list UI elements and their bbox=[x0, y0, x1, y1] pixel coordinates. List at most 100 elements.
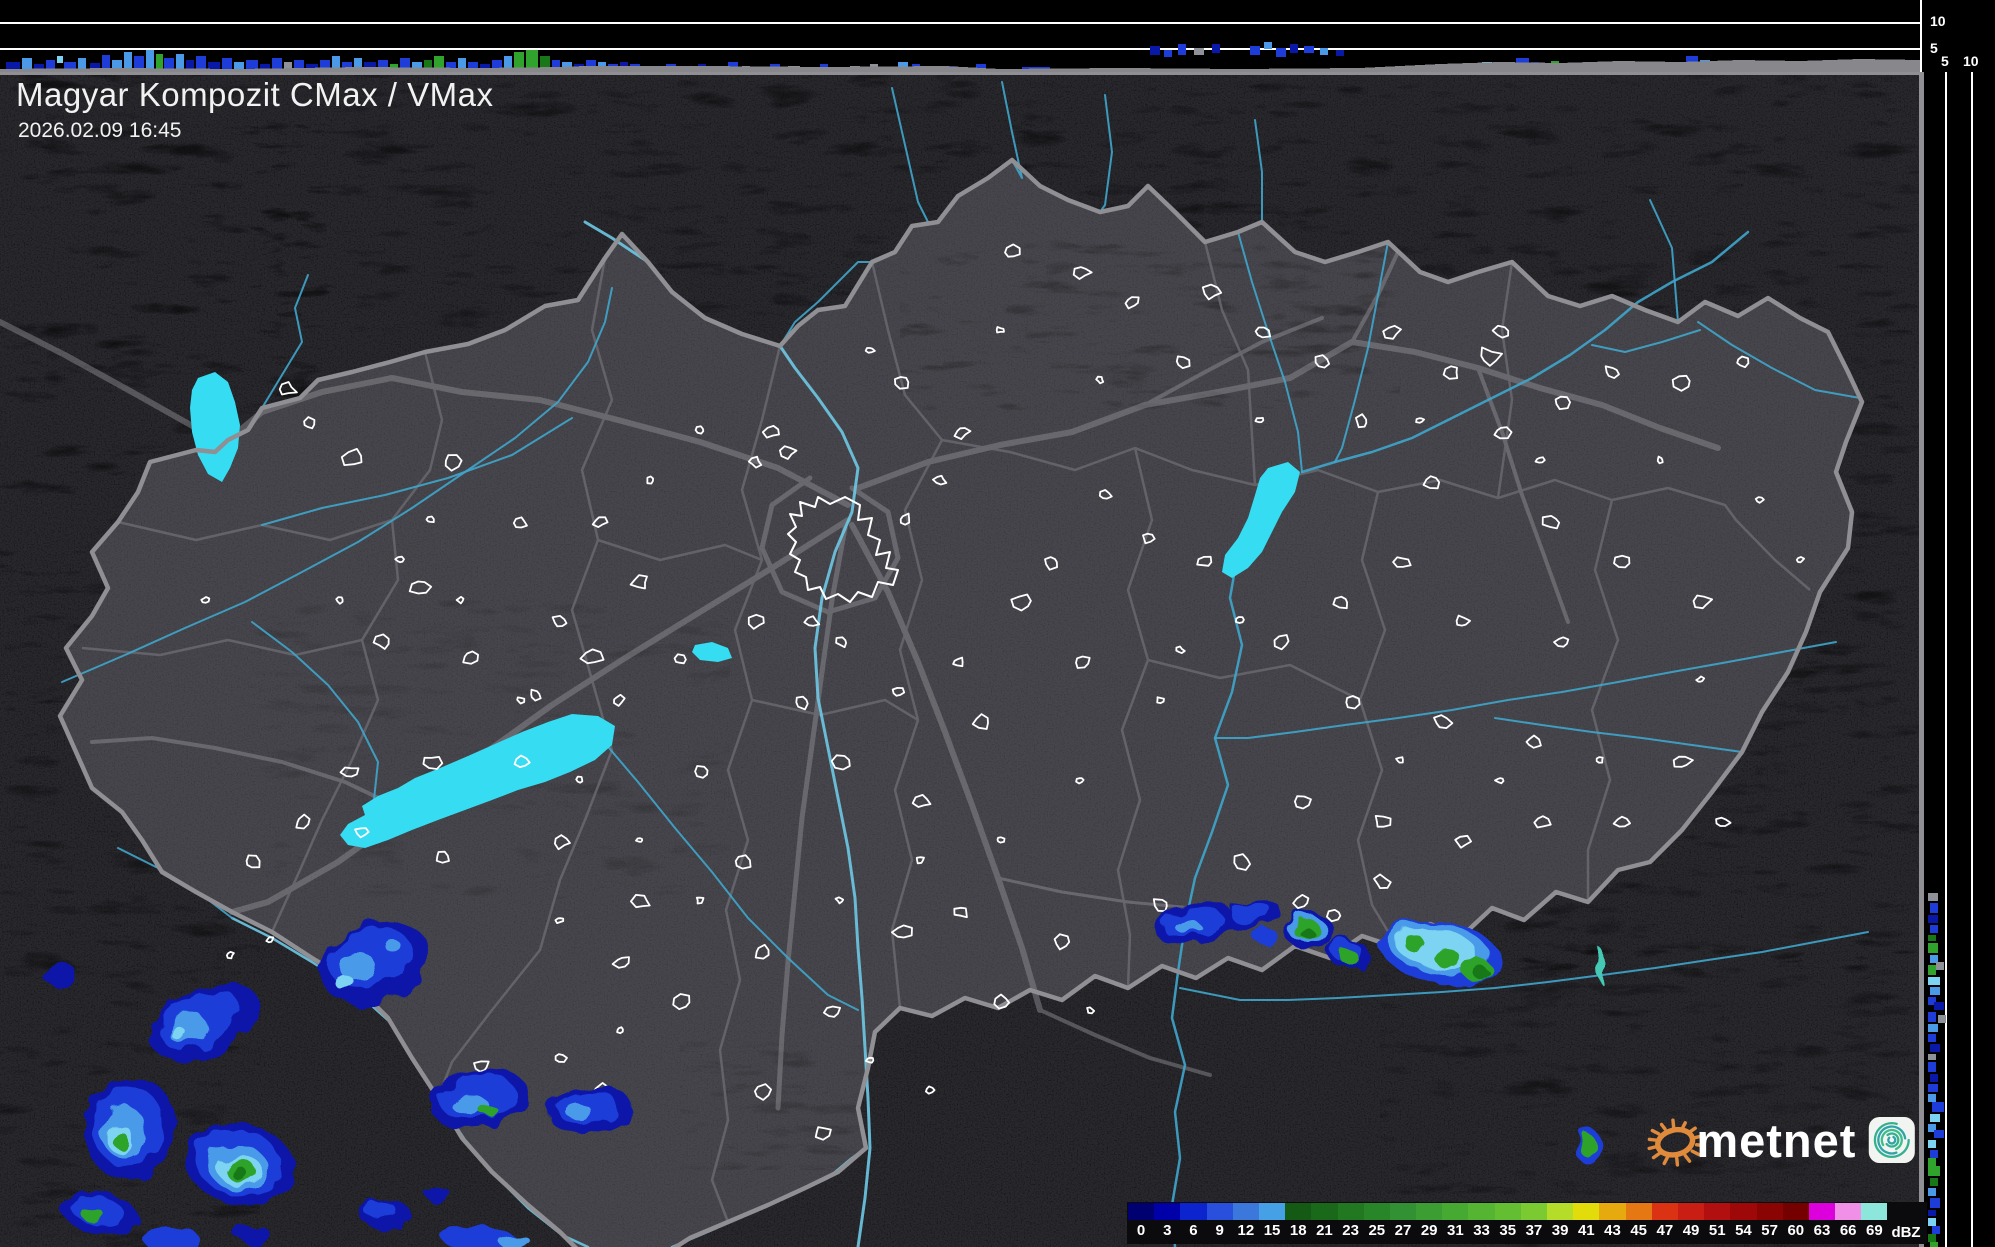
legend-level: 21 bbox=[1311, 1203, 1338, 1239]
legend-value: 23 bbox=[1342, 1222, 1359, 1239]
legend-swatch bbox=[1494, 1203, 1521, 1220]
legend-level: 12 bbox=[1232, 1203, 1259, 1239]
legend-level: 49 bbox=[1677, 1203, 1705, 1239]
legend-swatch bbox=[1206, 1203, 1233, 1220]
legend-value: 9 bbox=[1215, 1222, 1224, 1239]
legend-value: 49 bbox=[1682, 1222, 1700, 1239]
page-title: Magyar Kompozit CMax / VMax bbox=[16, 76, 494, 113]
legend-swatch bbox=[1285, 1203, 1312, 1220]
legend-level: 57 bbox=[1756, 1203, 1783, 1239]
legend-value: 47 bbox=[1656, 1222, 1674, 1239]
legend-level: 0 bbox=[1128, 1203, 1155, 1239]
legend-swatch bbox=[1520, 1203, 1547, 1220]
right-profile-axis-label-5km: 5 bbox=[1941, 53, 1949, 69]
legend-value: 6 bbox=[1189, 1222, 1198, 1239]
reflectivity-color-scale: 0 3 6 9 12 15 18 21 23 25 27 29 31 33 35 37 39 41 43 45 47 49… bbox=[1127, 1202, 1927, 1244]
legend-level: 45 bbox=[1625, 1203, 1652, 1239]
legend-swatch bbox=[1468, 1203, 1495, 1220]
legend-level: 54 bbox=[1730, 1203, 1757, 1239]
legend-swatch bbox=[1416, 1203, 1443, 1220]
legend-level: 15 bbox=[1258, 1203, 1286, 1239]
legend-swatch bbox=[1363, 1203, 1390, 1220]
height-gridline bbox=[0, 22, 1920, 24]
legend-value: 60 bbox=[1787, 1222, 1805, 1239]
map-right-edge bbox=[1919, 72, 1924, 1247]
legend-level: 25 bbox=[1363, 1203, 1390, 1239]
legend-level: 9 bbox=[1206, 1203, 1233, 1239]
legend-value: 39 bbox=[1551, 1222, 1569, 1239]
legend-swatch bbox=[1232, 1203, 1259, 1220]
legend-level: 29 bbox=[1416, 1203, 1443, 1239]
legend-swatch bbox=[1442, 1203, 1469, 1220]
legend-level: 6 bbox=[1180, 1203, 1207, 1239]
brand-wordmark: metnet bbox=[1696, 1113, 1857, 1167]
metnet-logo: metnet bbox=[1646, 1102, 1916, 1178]
right-profile-axis-label-10km: 10 bbox=[1963, 53, 1979, 69]
legend-value: 57 bbox=[1761, 1222, 1778, 1239]
legend-swatch bbox=[1547, 1203, 1574, 1220]
legend-level: 27 bbox=[1389, 1203, 1417, 1239]
legend-value: 54 bbox=[1735, 1222, 1752, 1239]
legend-swatch bbox=[1180, 1203, 1207, 1220]
legend-level: 60 bbox=[1782, 1203, 1809, 1239]
legend-value: 37 bbox=[1525, 1222, 1543, 1239]
legend-swatch bbox=[1599, 1203, 1626, 1220]
legend-value: 31 bbox=[1447, 1222, 1464, 1239]
legend-value: 69 bbox=[1866, 1222, 1883, 1239]
legend-swatch bbox=[1756, 1203, 1783, 1220]
legend-level: 69 bbox=[1861, 1203, 1888, 1239]
legend-value: 35 bbox=[1499, 1222, 1517, 1239]
legend-swatch bbox=[1808, 1203, 1836, 1220]
legend-swatch bbox=[1337, 1203, 1364, 1220]
app-spiral-icon bbox=[1869, 1116, 1916, 1164]
legend-value: 51 bbox=[1708, 1222, 1726, 1239]
map-top-edge bbox=[0, 72, 1922, 75]
color-scale-unit: dBZ bbox=[1891, 1224, 1921, 1241]
legend-level: 18 bbox=[1285, 1203, 1312, 1239]
legend-level: 63 bbox=[1808, 1203, 1836, 1239]
legend-value: 45 bbox=[1630, 1222, 1647, 1239]
legend-value: 43 bbox=[1604, 1222, 1621, 1239]
color-scale-cells: 0 3 6 9 12 15 18 21 23 25 27 29 31 33 35 37 39 41 43 45 47 49… bbox=[1128, 1203, 1888, 1239]
legend-swatch bbox=[1651, 1203, 1678, 1220]
legend-value: 3 bbox=[1163, 1222, 1172, 1239]
height-gridline bbox=[0, 48, 1920, 50]
legend-level: 43 bbox=[1599, 1203, 1626, 1239]
legend-value: 41 bbox=[1577, 1222, 1595, 1239]
legend-value: 21 bbox=[1316, 1222, 1333, 1239]
map-area bbox=[0, 72, 1922, 1247]
legend-value: 18 bbox=[1289, 1222, 1307, 1239]
legend-value: 66 bbox=[1839, 1222, 1857, 1239]
legend-swatch bbox=[1782, 1203, 1809, 1220]
legend-swatch bbox=[1258, 1203, 1286, 1220]
legend-swatch bbox=[1154, 1203, 1181, 1220]
legend-level: 37 bbox=[1520, 1203, 1547, 1239]
radar-app-window: Magyar Kompozit CMax / VMax 2026.02.09 1… bbox=[0, 0, 1995, 1247]
legend-swatch bbox=[1389, 1203, 1417, 1220]
legend-swatch bbox=[1311, 1203, 1338, 1220]
legend-level: 47 bbox=[1651, 1203, 1678, 1239]
legend-swatch bbox=[1573, 1203, 1600, 1220]
legend-value: 15 bbox=[1263, 1222, 1281, 1239]
legend-level: 31 bbox=[1442, 1203, 1469, 1239]
legend-swatch bbox=[1128, 1203, 1155, 1220]
legend-swatch bbox=[1625, 1203, 1652, 1220]
height-gridline bbox=[1945, 72, 1947, 1247]
legend-level: 66 bbox=[1835, 1203, 1862, 1239]
map-canvas bbox=[0, 0, 1995, 1247]
timestamp: 2026.02.09 16:45 bbox=[18, 119, 182, 142]
legend-value: 29 bbox=[1420, 1222, 1438, 1239]
legend-swatch bbox=[1835, 1203, 1862, 1220]
legend-value: 33 bbox=[1473, 1222, 1490, 1239]
legend-level: 35 bbox=[1494, 1203, 1521, 1239]
top-profile-axis-label-10km: 10 bbox=[1930, 13, 1946, 29]
legend-level: 33 bbox=[1468, 1203, 1495, 1239]
legend-level: 23 bbox=[1337, 1203, 1364, 1239]
legend-swatch bbox=[1677, 1203, 1705, 1220]
legend-level: 51 bbox=[1704, 1203, 1731, 1239]
legend-level: 41 bbox=[1573, 1203, 1600, 1239]
legend-level: 39 bbox=[1547, 1203, 1574, 1239]
legend-swatch bbox=[1861, 1203, 1888, 1220]
legend-swatch bbox=[1704, 1203, 1731, 1220]
legend-swatch bbox=[1730, 1203, 1757, 1220]
